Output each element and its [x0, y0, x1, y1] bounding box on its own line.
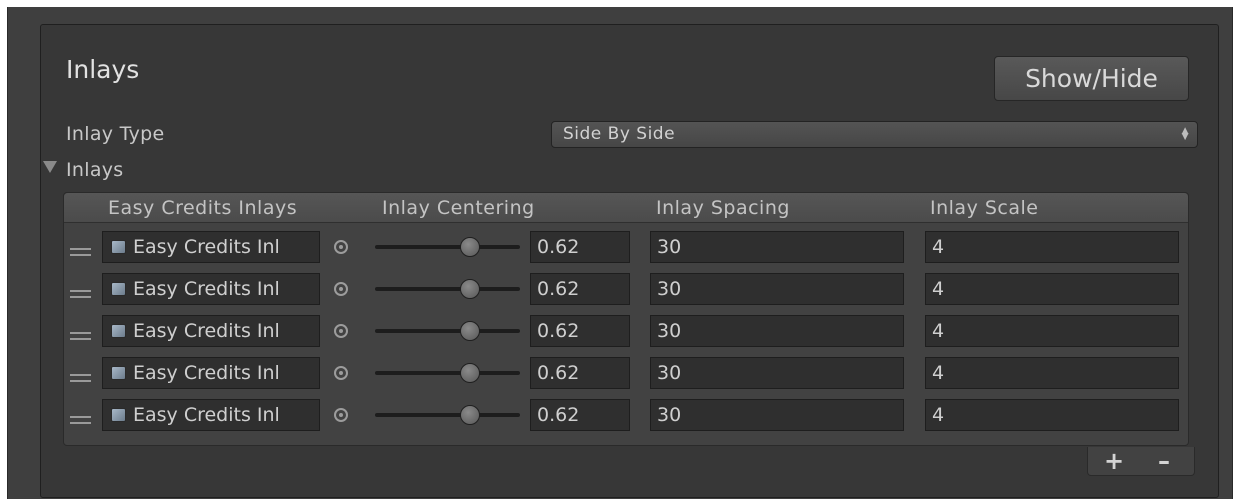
table-row: Easy Credits Inl 0.62 30 4 — [64, 399, 1188, 435]
inlay-object-label: Easy Credits Inl — [133, 362, 280, 384]
prefab-icon — [111, 240, 126, 254]
inlays-foldout-label[interactable]: Inlays — [66, 159, 124, 181]
triangle-down-icon[interactable] — [43, 161, 57, 173]
centering-slider-track[interactable] — [375, 245, 520, 249]
centering-value-field[interactable]: 0.62 — [530, 315, 630, 347]
table-row: Easy Credits Inl 0.62 30 4 — [64, 315, 1188, 351]
centering-slider-track[interactable] — [375, 371, 520, 375]
inlays-panel: Inlays Show/Hide Inlay Type Side By Side… — [40, 24, 1219, 498]
up-down-arrows-icon: ▲ ▼ — [1181, 126, 1189, 142]
centering-value-field[interactable]: 0.62 — [530, 399, 630, 431]
drag-handle-icon[interactable] — [70, 416, 91, 428]
prefab-icon — [111, 282, 126, 296]
drag-handle-icon[interactable] — [70, 374, 91, 386]
inlay-object-field[interactable]: Easy Credits Inl — [102, 231, 320, 263]
object-picker-icon[interactable] — [334, 282, 348, 296]
header-easy-credits-inlays: Easy Credits Inlays — [108, 197, 298, 219]
inlays-list: Easy Credits Inlays Inlay Centering Inla… — [63, 192, 1189, 446]
inlay-object-field[interactable]: Easy Credits Inl — [102, 315, 320, 347]
inlay-type-label: Inlay Type — [66, 123, 165, 145]
drag-handle-icon[interactable] — [70, 290, 91, 302]
header-inlay-spacing: Inlay Spacing — [656, 197, 790, 219]
prefab-icon — [111, 324, 126, 338]
inlay-object-field[interactable]: Easy Credits Inl — [102, 357, 320, 389]
centering-value-field[interactable]: 0.62 — [530, 357, 630, 389]
drag-handle-icon[interactable] — [70, 248, 91, 260]
show-hide-button[interactable]: Show/Hide — [994, 56, 1189, 101]
header-inlay-scale: Inlay Scale — [930, 197, 1039, 219]
inspector-frame: Inlays Show/Hide Inlay Type Side By Side… — [7, 7, 1233, 499]
list-footer: + – — [1087, 447, 1195, 476]
scale-value-field[interactable]: 4 — [925, 231, 1179, 263]
scale-value-field[interactable]: 4 — [925, 357, 1179, 389]
prefab-icon — [111, 366, 126, 380]
centering-value-field[interactable]: 0.62 — [530, 273, 630, 305]
list-header: Easy Credits Inlays Inlay Centering Inla… — [64, 193, 1188, 223]
spacing-value-field[interactable]: 30 — [650, 315, 904, 347]
centering-slider-thumb[interactable] — [460, 321, 480, 341]
centering-slider-thumb[interactable] — [460, 237, 480, 257]
add-element-button[interactable]: + — [1094, 447, 1134, 475]
inlay-object-label: Easy Credits Inl — [133, 404, 280, 426]
spacing-value-field[interactable]: 30 — [650, 399, 904, 431]
inlay-object-field[interactable]: Easy Credits Inl — [102, 399, 320, 431]
scale-value-field[interactable]: 4 — [925, 315, 1179, 347]
prefab-icon — [111, 408, 126, 422]
object-picker-icon[interactable] — [334, 240, 348, 254]
table-row: Easy Credits Inl 0.62 30 4 — [64, 357, 1188, 393]
inlay-type-value: Side By Side — [563, 124, 676, 144]
inlay-object-label: Easy Credits Inl — [133, 278, 280, 300]
inlay-type-dropdown[interactable]: Side By Side ▲ ▼ — [551, 121, 1198, 148]
centering-value-field[interactable]: 0.62 — [530, 231, 630, 263]
centering-slider-thumb[interactable] — [460, 279, 480, 299]
centering-slider-thumb[interactable] — [460, 363, 480, 383]
object-picker-icon[interactable] — [334, 366, 348, 380]
inlay-object-label: Easy Credits Inl — [133, 236, 280, 258]
table-row: Easy Credits Inl 0.62 30 4 — [64, 273, 1188, 309]
spacing-value-field[interactable]: 30 — [650, 231, 904, 263]
spacing-value-field[interactable]: 30 — [650, 357, 904, 389]
centering-slider-thumb[interactable] — [460, 405, 480, 425]
centering-slider-track[interactable] — [375, 287, 520, 291]
drag-handle-icon[interactable] — [70, 332, 91, 344]
object-picker-icon[interactable] — [334, 408, 348, 422]
centering-slider-track[interactable] — [375, 329, 520, 333]
spacing-value-field[interactable]: 30 — [650, 273, 904, 305]
inlay-object-field[interactable]: Easy Credits Inl — [102, 273, 320, 305]
table-row: Easy Credits Inl 0.62 30 4 — [64, 231, 1188, 267]
scale-value-field[interactable]: 4 — [925, 399, 1179, 431]
object-picker-icon[interactable] — [334, 324, 348, 338]
inlay-object-label: Easy Credits Inl — [133, 320, 280, 342]
section-title: Inlays — [66, 55, 140, 84]
header-inlay-centering: Inlay Centering — [382, 197, 535, 219]
remove-element-button[interactable]: – — [1144, 447, 1184, 475]
scale-value-field[interactable]: 4 — [925, 273, 1179, 305]
centering-slider-track[interactable] — [375, 413, 520, 417]
